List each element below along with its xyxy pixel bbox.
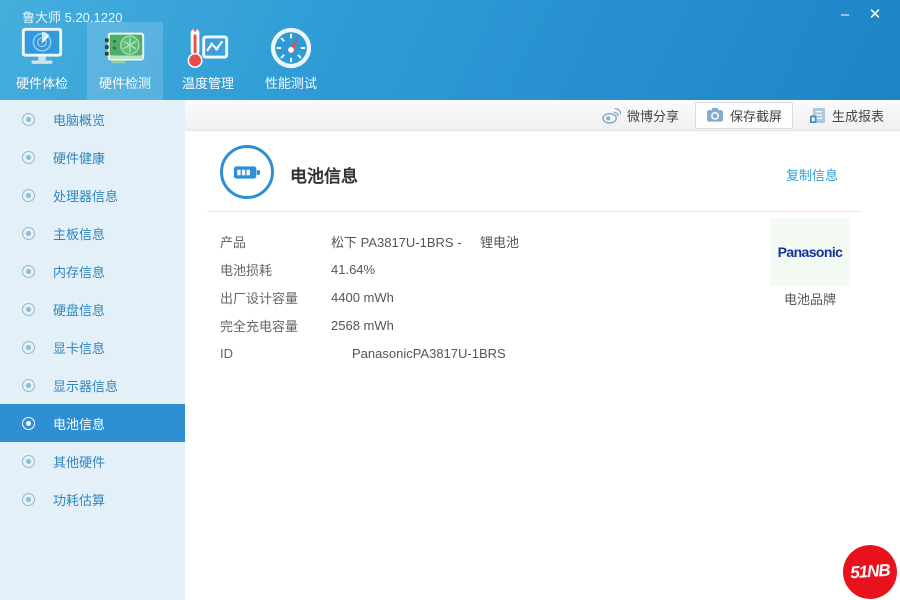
header-divider	[207, 211, 861, 212]
radio-icon	[22, 112, 35, 126]
radio-icon	[22, 302, 35, 316]
field-label: ID	[220, 345, 233, 361]
radio-icon	[22, 416, 35, 430]
radio-icon	[22, 188, 35, 202]
battery-circle-badge	[220, 145, 274, 199]
report-icon	[809, 107, 826, 123]
page-title: 电池信息	[290, 167, 358, 186]
thermometer-chart-icon	[187, 28, 229, 68]
sidebar-item-label: 硬盘信息	[53, 302, 106, 318]
sidebar-item-label: 内存信息	[53, 264, 106, 280]
tab-benchmark[interactable]: 性能测试	[253, 22, 329, 100]
tab-label: 硬件体检	[15, 76, 68, 91]
radio-icon	[22, 226, 35, 240]
sidebar-item-label: 功耗估算	[53, 492, 106, 508]
sidebar-item-label: 处理器信息	[53, 188, 119, 204]
field-label: 电池损耗	[220, 262, 273, 278]
sidebar-item-label: 电池信息	[53, 416, 106, 432]
window-controls: – ✕	[830, 2, 890, 28]
gauge-icon	[270, 27, 312, 69]
field-value: 41.64%	[331, 261, 376, 277]
app-window: 鲁大师 5.20.1220 – ✕ 硬件体检 硬件检测 温度管理 性能测试 微博…	[0, 0, 900, 600]
field-row-battery-wear: 电池损耗 41.64%	[220, 255, 780, 283]
sidebar-item-hardware-health[interactable]: 硬件健康	[0, 138, 185, 176]
monitor-scan-icon	[21, 27, 63, 64]
sidebar-item-battery-info[interactable]: 电池信息	[0, 404, 185, 442]
field-value: 松下 PA3817U-1BRS -	[331, 234, 462, 250]
sidebar-item-label: 其他硬件	[53, 454, 106, 470]
save-screenshot-label: 保存截屏	[729, 108, 782, 124]
tab-label: 性能测试	[264, 76, 317, 91]
panasonic-logo: Panasonic	[777, 244, 843, 260]
radio-icon	[22, 378, 35, 392]
radio-icon	[22, 264, 35, 278]
field-value: 2568 mWh	[331, 317, 394, 333]
field-label: 产品	[220, 234, 247, 250]
close-button[interactable]: ✕	[860, 2, 890, 28]
sidebar-item-gpu-info[interactable]: 显卡信息	[0, 328, 185, 366]
sidebar-item-motherboard-info[interactable]: 主板信息	[0, 214, 185, 252]
radio-icon	[22, 454, 35, 468]
sidebar-item-label: 主板信息	[53, 226, 106, 242]
field-row-product: 产品 松下 PA3817U-1BRS - 锂电池	[220, 227, 780, 255]
sidebar-item-label: 电脑概览	[53, 112, 106, 128]
main-content: 电池信息 复制信息 产品 松下 PA3817U-1BRS - 锂电池 电池损耗 …	[185, 131, 900, 600]
minimize-button[interactable]: –	[830, 2, 860, 28]
sidebar-item-other-hardware[interactable]: 其他硬件	[0, 442, 185, 480]
field-row-id: ID PanasonicPA3817U-1BRS	[220, 339, 780, 367]
field-label: 完全充电容量	[220, 318, 299, 334]
tab-temperature[interactable]: 温度管理	[170, 22, 246, 100]
battery-icon	[233, 165, 260, 179]
field-row-full-charge-capacity: 完全充电容量 2568 mWh	[220, 311, 780, 339]
save-screenshot-button[interactable]: 保存截屏	[694, 101, 793, 129]
weibo-share-label: 微博分享	[626, 108, 679, 124]
field-row-design-capacity: 出厂设计容量 4400 mWh	[220, 283, 780, 311]
weibo-share-button[interactable]: 微博分享	[602, 106, 679, 125]
battery-fields: 产品 松下 PA3817U-1BRS - 锂电池 电池损耗 41.64% 出厂设…	[220, 227, 780, 367]
generate-report-button[interactable]: 生成报表	[809, 106, 884, 125]
radio-icon	[22, 492, 35, 506]
field-value: 4400 mWh	[331, 289, 394, 305]
field-value: PanasonicPA3817U-1BRS	[352, 345, 506, 361]
tab-hardware-detect[interactable]: 硬件检测	[87, 22, 163, 100]
sidebar-item-computer-overview[interactable]: 电脑概览	[0, 100, 185, 138]
sidebar: 电脑概览 硬件健康 处理器信息 主板信息 内存信息 硬盘信息 显卡信息 显示器信…	[0, 100, 185, 600]
battery-brand-logo-box: Panasonic	[770, 218, 850, 286]
tab-label: 硬件检测	[98, 76, 151, 91]
51nb-watermark-logo: 51NB	[841, 543, 899, 600]
field-label: 出厂设计容量	[220, 290, 299, 306]
sidebar-item-label: 显示器信息	[53, 378, 119, 394]
camera-icon	[706, 107, 723, 122]
content-toolbar: 微博分享 保存截屏 生成报表	[185, 100, 900, 131]
copy-info-link[interactable]: 复制信息	[786, 165, 838, 184]
tab-label: 温度管理	[181, 76, 234, 91]
sidebar-item-disk-info[interactable]: 硬盘信息	[0, 290, 185, 328]
sidebar-item-power-estimate[interactable]: 功耗估算	[0, 480, 185, 518]
radio-icon	[22, 150, 35, 164]
sidebar-item-memory-info[interactable]: 内存信息	[0, 252, 185, 290]
sidebar-item-display-info[interactable]: 显示器信息	[0, 366, 185, 404]
weibo-icon	[602, 107, 621, 124]
sidebar-item-label: 硬件健康	[53, 150, 106, 166]
field-extra-value: 锂电池	[480, 234, 520, 250]
generate-report-label: 生成报表	[831, 108, 884, 124]
tab-hardware-checkup[interactable]: 硬件体检	[4, 22, 80, 100]
top-nav: 硬件体检 硬件检测 温度管理 性能测试	[4, 22, 336, 100]
radio-icon	[22, 340, 35, 354]
sidebar-item-cpu-info[interactable]: 处理器信息	[0, 176, 185, 214]
sidebar-item-label: 显卡信息	[53, 340, 106, 356]
gpu-card-icon	[104, 32, 145, 64]
title-banner: 鲁大师 5.20.1220 – ✕ 硬件体检 硬件检测 温度管理 性能测试	[0, 0, 900, 100]
battery-brand-caption: 电池品牌	[783, 292, 836, 307]
